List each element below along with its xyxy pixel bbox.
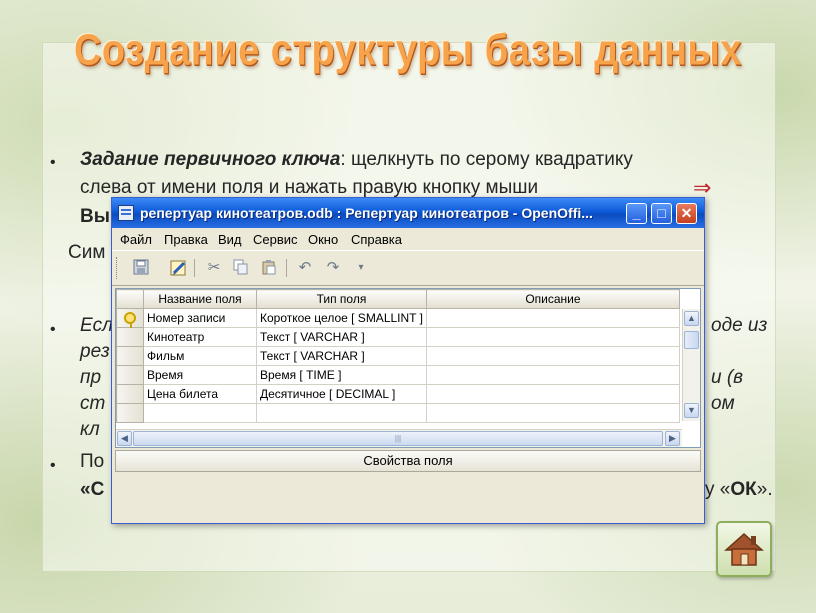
bullet-marker: • (50, 321, 56, 338)
window-titlebar[interactable]: репертуар кинотеатров.odb : Репертуар ки… (112, 198, 704, 228)
field-name-cell[interactable]: Фильм (143, 346, 257, 366)
column-header-field-name[interactable]: Название поля (143, 289, 257, 309)
menu-window[interactable]: Окно (308, 232, 338, 247)
window-title: репертуар кинотеатров.odb : Репертуар ки… (140, 205, 593, 221)
bullet1-line1-rest: : щелкнуть по серому квадратику (340, 149, 633, 170)
maximize-button[interactable]: □ (651, 203, 672, 224)
home-button[interactable] (716, 521, 772, 577)
table-row[interactable]: Номер записи Короткое целое [ SMALLINT ] (116, 308, 680, 328)
field-description-cell[interactable] (425, 403, 680, 423)
bullet2-line5-start: кл (80, 419, 100, 440)
bullet1-line4: Сим (68, 242, 106, 263)
field-name-cell[interactable]: Номер записи (143, 308, 257, 328)
bullet2-line3-end: и (в (711, 367, 744, 388)
bullet3-quote-close: ». (756, 479, 773, 500)
field-description-cell[interactable] (425, 327, 680, 347)
field-properties-panel (115, 472, 699, 522)
menu-bar: Файл Правка Вид Сервис Окно Справка (112, 228, 704, 250)
bullet-marker: • (50, 154, 56, 171)
row-selector[interactable] (116, 308, 144, 328)
bullet2-line2-start: рез (80, 341, 110, 362)
horizontal-scroll-thumb[interactable]: ||| (133, 431, 663, 446)
primary-key-term: Задание первичного ключа (80, 149, 341, 170)
table-row[interactable]: Время Время [ TIME ] (116, 365, 680, 385)
bullet3-line2-end: у «ОК». (705, 478, 773, 502)
field-name-cell[interactable]: Цена билета (143, 384, 257, 404)
horizontal-scrollbar[interactable]: ◀ ||| ▶ (116, 429, 682, 447)
copy-icon[interactable] (232, 259, 250, 277)
vertical-scrollbar[interactable]: ▲ ▼ (682, 309, 700, 421)
bullet-marker: • (50, 457, 56, 474)
field-description-cell[interactable] (425, 308, 680, 328)
row-selector-header[interactable] (116, 289, 144, 309)
menu-tools[interactable]: Сервис (253, 232, 298, 247)
field-type-cell[interactable] (256, 403, 427, 423)
save-icon[interactable] (132, 259, 150, 277)
paste-icon[interactable] (260, 259, 278, 277)
fields-table: Название поля Тип поля Описание Номер за… (116, 289, 680, 423)
table-row[interactable] (116, 403, 680, 423)
slide-title: Создание структуры базы данных (73, 26, 743, 76)
row-selector[interactable] (116, 365, 144, 385)
close-button[interactable]: ✕ (676, 203, 697, 224)
minimize-button[interactable]: _ (626, 203, 647, 224)
table-design-grid: Название поля Тип поля Описание Номер за… (115, 288, 701, 448)
bullet3-quote-open: у « (705, 479, 731, 500)
bullet3-line2-start: «С (80, 479, 105, 500)
bullet2-line3-start: пр (80, 367, 102, 388)
menu-edit[interactable]: Правка (164, 232, 208, 247)
row-selector[interactable] (116, 327, 144, 347)
scroll-left-icon[interactable]: ◀ (117, 431, 132, 446)
field-name-cell[interactable] (143, 403, 257, 423)
home-icon (724, 532, 764, 566)
row-selector[interactable] (116, 384, 144, 404)
field-description-cell[interactable] (425, 384, 680, 404)
openoffice-window: репертуар кинотеатров.odb : Репертуар ки… (111, 197, 705, 524)
field-properties-header: Свойства поля (115, 450, 701, 472)
table-row[interactable]: Фильм Текст [ VARCHAR ] (116, 346, 680, 366)
menu-view[interactable]: Вид (218, 232, 242, 247)
scroll-up-icon[interactable]: ▲ (684, 311, 699, 326)
toolbar-separator (286, 259, 287, 277)
menu-help[interactable]: Справка (351, 232, 402, 247)
edit-icon[interactable] (170, 259, 188, 277)
key-icon (124, 311, 136, 328)
field-type-cell[interactable]: Текст [ VARCHAR ] (256, 346, 427, 366)
bullet2-line1-start: Есл (80, 315, 113, 336)
row-selector[interactable] (116, 346, 144, 366)
field-type-cell[interactable]: Текст [ VARCHAR ] (256, 327, 427, 347)
ok-term: ОК (730, 479, 757, 500)
dropdown-icon[interactable]: ▾ (352, 259, 370, 277)
table-row[interactable]: Цена билета Десятичное [ DECIMAL ] (116, 384, 680, 404)
column-header-field-type[interactable]: Тип поля (256, 289, 427, 309)
toolbar-grip[interactable] (116, 257, 120, 279)
bullet3-line1-start: По (80, 451, 105, 472)
database-icon (118, 205, 134, 221)
undo-icon[interactable]: ↶ (296, 259, 314, 277)
scroll-right-icon[interactable]: ▶ (665, 431, 680, 446)
scroll-down-icon[interactable]: ▼ (684, 403, 699, 418)
field-type-cell[interactable]: Короткое целое [ SMALLINT ] (256, 308, 427, 328)
column-header-description[interactable]: Описание (425, 289, 680, 309)
bullet1-line1: Задание первичного ключа: щелкнуть по се… (80, 148, 633, 172)
bullet2-line4-end: ом (711, 393, 735, 414)
bullet1-line3: Вы (80, 206, 110, 227)
bullet2-line1-end: оде из (711, 315, 768, 336)
cut-icon[interactable]: ✂ (205, 259, 223, 277)
vertical-scroll-thumb[interactable] (684, 331, 699, 349)
field-name-cell[interactable]: Время (143, 365, 257, 385)
field-type-cell[interactable]: Время [ TIME ] (256, 365, 427, 385)
field-name-cell[interactable]: Кинотеатр (143, 327, 257, 347)
row-selector[interactable] (116, 403, 144, 423)
bullet2-line4-start: ст (80, 393, 106, 414)
table-header-row: Название поля Тип поля Описание (116, 289, 680, 309)
menu-file[interactable]: Файл (120, 232, 152, 247)
redo-icon[interactable]: ↷ (324, 259, 342, 277)
toolbar: ✂ ↶ ↷ ▾ (112, 250, 704, 286)
toolbar-separator (194, 259, 195, 277)
field-description-cell[interactable] (425, 346, 680, 366)
field-description-cell[interactable] (425, 365, 680, 385)
field-type-cell[interactable]: Десятичное [ DECIMAL ] (256, 384, 427, 404)
table-row[interactable]: Кинотеатр Текст [ VARCHAR ] (116, 327, 680, 347)
